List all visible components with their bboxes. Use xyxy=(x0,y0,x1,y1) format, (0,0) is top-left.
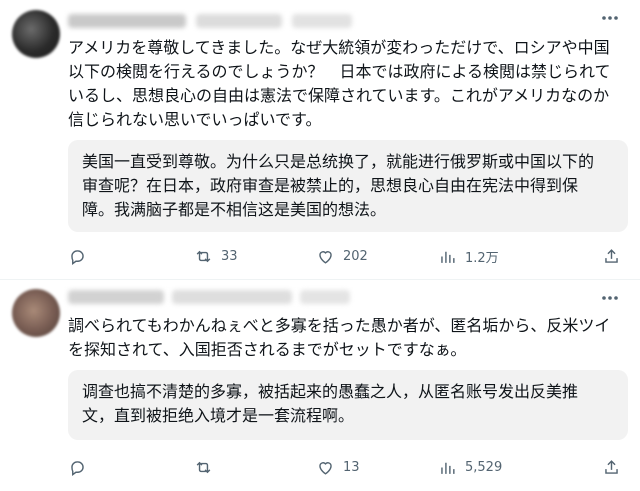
avatar[interactable] xyxy=(12,10,60,58)
reply-icon xyxy=(71,460,84,476)
more-icon-glyph xyxy=(602,296,618,300)
repost-button[interactable] xyxy=(194,455,221,479)
share-button[interactable] xyxy=(602,244,621,268)
views-button[interactable]: 1.2万 xyxy=(438,244,499,268)
reply-button[interactable] xyxy=(68,244,95,268)
translation-box: 调查也搞不清楚的多寡，被括起来的愚蠢之人，从匿名账号发出反美推 文，直到被拒绝入… xyxy=(68,370,628,440)
post-time-redacted xyxy=(300,290,350,304)
like-button[interactable]: 202 xyxy=(316,244,368,268)
author-name-redacted[interactable] xyxy=(68,290,164,304)
views-icon xyxy=(441,251,455,263)
share-icon xyxy=(605,248,618,263)
more-icon-glyph xyxy=(602,16,618,20)
like-button[interactable]: 13 xyxy=(316,455,360,479)
like-count: 202 xyxy=(343,248,368,264)
repost-count: 33 xyxy=(221,248,238,264)
post-text: 調べられてもわかんねぇべと多寡を括った愚か者が、匿名垢から、反米ツイ を探知され… xyxy=(68,316,611,359)
share-button[interactable] xyxy=(602,455,621,479)
views-count: 1.2万 xyxy=(465,250,499,266)
post-actions: 13 5,529 xyxy=(68,455,628,479)
post-2[interactable]: 調べられてもわかんねぇべと多寡を括った愚か者が、匿名垢から、反米ツイ を探知され… xyxy=(0,280,640,491)
views-icon xyxy=(441,462,455,474)
post-1[interactable]: アメリカを尊敬してきました。なぜ大統領が変わっただけで、ロシアや中国 以下の検閲… xyxy=(0,0,640,280)
like-icon xyxy=(319,461,332,475)
repost-button[interactable]: 33 xyxy=(194,244,238,268)
post-time-redacted xyxy=(292,14,352,28)
author-name-redacted[interactable] xyxy=(68,14,186,28)
avatar[interactable] xyxy=(12,289,60,337)
translation-box: 美国一直受到尊敬。为什么只是总统换了，就能进行俄罗斯或中国以下的 审查呢？在日本… xyxy=(68,140,628,232)
author-handle-redacted xyxy=(196,14,282,28)
post-text: アメリカを尊敬してきました。なぜ大統領が変わっただけで、ロシアや中国 以下の検閲… xyxy=(68,38,611,129)
repost-icon xyxy=(196,250,211,262)
reply-icon xyxy=(71,249,84,265)
more-icon[interactable] xyxy=(600,8,620,33)
like-count: 13 xyxy=(343,459,360,475)
repost-icon xyxy=(196,461,211,473)
views-count: 5,529 xyxy=(465,459,503,475)
post-actions: 33 202 1.2万 xyxy=(68,244,628,268)
share-icon xyxy=(605,459,618,474)
author-handle-redacted xyxy=(172,290,292,304)
reply-button[interactable] xyxy=(68,455,95,479)
like-icon xyxy=(319,250,332,264)
views-button[interactable]: 5,529 xyxy=(438,455,502,479)
more-icon[interactable] xyxy=(600,288,620,313)
